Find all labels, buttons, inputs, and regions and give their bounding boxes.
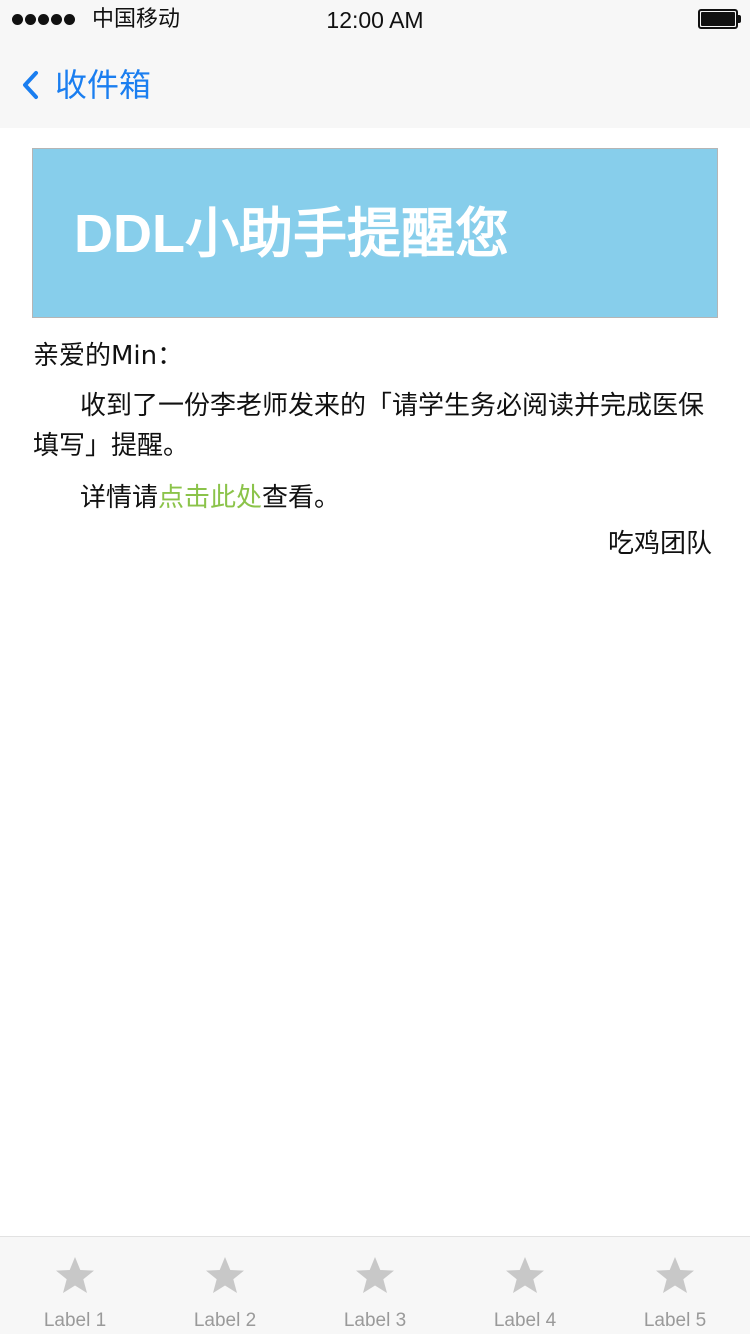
chevron-left-icon (23, 71, 38, 99)
tab-1[interactable]: Label 1 (0, 1237, 150, 1335)
star-icon (656, 1257, 694, 1293)
tab-5[interactable]: Label 5 (600, 1237, 750, 1335)
tab-bar: Label 1 Label 2 Label 3 Label 4 Label 5 (0, 1236, 750, 1334)
greeting: 亲爱的Min： (33, 341, 184, 371)
details-suffix: 查看。 (262, 483, 341, 513)
banner-title: DDL小助手提醒您 (74, 204, 509, 264)
message-paragraph: 收到了一份李老师发来的「请学生务必阅读并完成医保填写」提醒。 (33, 391, 705, 461)
status-bar: 中国移动 12:00 AM (0, 0, 750, 40)
tab-2[interactable]: Label 2 (150, 1237, 300, 1335)
back-button-label: 收件箱 (55, 66, 152, 104)
tab-3[interactable]: Label 3 (300, 1237, 450, 1335)
status-time: 12:00 AM (326, 7, 424, 33)
star-icon (506, 1257, 544, 1293)
reminder-banner: DDL小助手提醒您 (32, 148, 718, 318)
star-icon (56, 1257, 94, 1293)
star-icon (206, 1257, 244, 1293)
message-body: 亲爱的Min： 收到了一份李老师发来的「请学生务必阅读并完成医保填写」提醒。 详… (33, 336, 717, 564)
tab-label: Label 3 (343, 1310, 407, 1331)
details-link[interactable]: 点击此处 (158, 483, 262, 513)
tab-4[interactable]: Label 4 (450, 1237, 600, 1335)
tab-label: Label 4 (493, 1310, 557, 1331)
details-prefix: 详情请 (80, 483, 159, 513)
tab-label: Label 1 (43, 1310, 107, 1331)
back-button[interactable]: 收件箱 (20, 65, 151, 105)
signature: 吃鸡团队 (607, 529, 712, 559)
battery-icon (698, 9, 741, 29)
tab-label: Label 2 (193, 1310, 257, 1331)
tab-label: Label 5 (643, 1310, 707, 1331)
details-paragraph: 详情请点击此处查看。 (33, 478, 717, 518)
star-icon (356, 1257, 394, 1293)
navigation-bar: 收件箱 (0, 40, 750, 128)
